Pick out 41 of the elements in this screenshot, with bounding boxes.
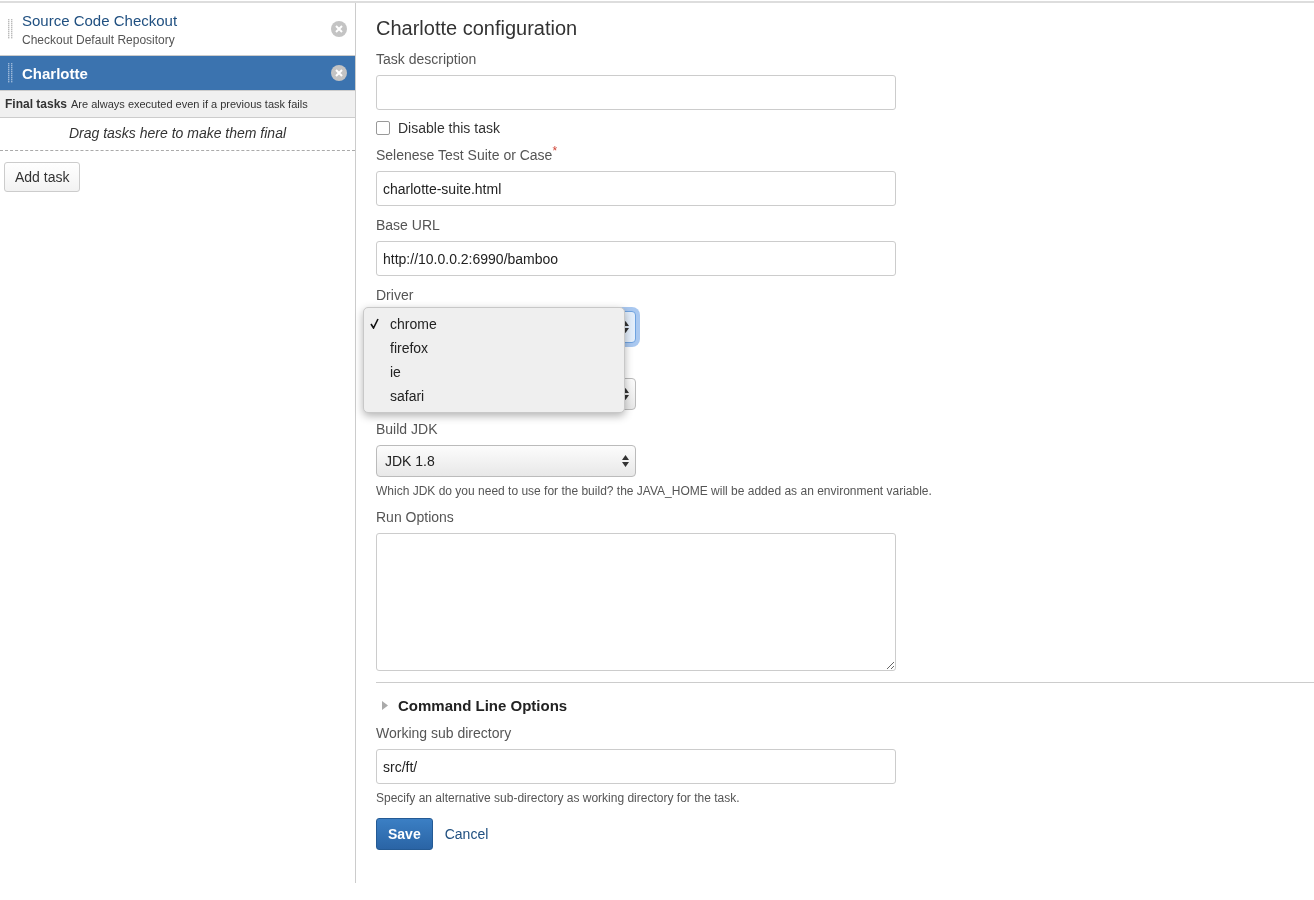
- final-tasks-title: Final tasks: [5, 97, 68, 111]
- select-arrows-icon: [622, 455, 629, 467]
- drop-zone: Drag tasks here to make them final: [0, 118, 355, 151]
- field-label: Working sub directory: [376, 724, 512, 743]
- close-icon[interactable]: [331, 65, 347, 81]
- select-arrows-icon: [622, 388, 629, 400]
- final-tasks-description: Are always executed even if a previous task fails: [71, 98, 308, 110]
- select-arrows-icon: [622, 321, 629, 333]
- menu-option[interactable]: chrome: [364, 312, 624, 336]
- field-label: Task description: [376, 50, 477, 69]
- save-button[interactable]: Save: [376, 818, 433, 850]
- checkbox-label: Disable this task: [398, 120, 500, 136]
- drag-handle-icon[interactable]: [8, 19, 14, 39]
- cancel-link[interactable]: Cancel: [444, 826, 489, 842]
- textarea-field[interactable]: [376, 533, 896, 671]
- select-field[interactable]: JDK 1.8: [376, 445, 636, 477]
- help-text: Which JDK do you need to use for the build? the JAVA_HOME will be added as an environment variable.: [376, 484, 933, 498]
- text-field[interactable]: [376, 75, 896, 110]
- task-subtitle: Checkout Default Repository: [22, 32, 176, 47]
- field-label: Selenese Test Suite or Case: [376, 146, 553, 165]
- menu-option[interactable]: ie: [364, 360, 624, 384]
- text-field[interactable]: charlotte-suite.html: [376, 171, 896, 206]
- help-text: Specify an alternative sub-directory as working directory for the task.: [376, 791, 741, 805]
- task-title[interactable]: Source Code Checkout: [22, 11, 323, 29]
- field-label: Base URL: [376, 216, 440, 235]
- expand-arrow-icon[interactable]: [382, 701, 388, 710]
- menu-option[interactable]: firefox: [364, 336, 624, 360]
- text-field[interactable]: src/ft/: [376, 749, 896, 784]
- task-title[interactable]: Charlotte: [22, 64, 323, 82]
- page-title: Charlotte configuration: [376, 17, 579, 40]
- text-field[interactable]: http://10.0.0.2:6990/bamboo: [376, 241, 896, 276]
- field-label: Driver: [376, 286, 414, 305]
- menu-option[interactable]: safari: [364, 384, 624, 408]
- field-label: Build JDK: [376, 420, 438, 439]
- checkbox[interactable]: [376, 121, 390, 135]
- task-item[interactable]: Charlotte: [0, 56, 355, 91]
- required-mark: *: [552, 143, 558, 160]
- drag-handle-icon[interactable]: [8, 63, 14, 83]
- section-title[interactable]: Command Line Options: [398, 697, 568, 714]
- field-label: Run Options: [376, 508, 454, 527]
- add-task-button[interactable]: Add task: [4, 162, 81, 192]
